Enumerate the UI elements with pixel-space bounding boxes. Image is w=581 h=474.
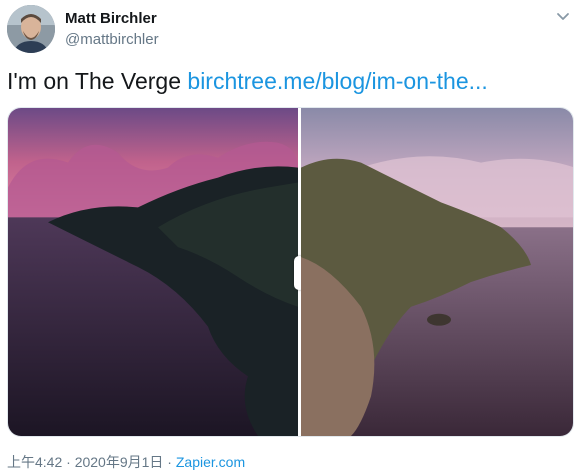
chevron-down-icon[interactable]	[555, 8, 571, 24]
media-comparison[interactable]	[7, 107, 574, 437]
tweet-body: I'm on The Verge	[7, 68, 188, 94]
avatar-image	[7, 5, 55, 53]
tweet-text: I'm on The Verge birchtree.me/blog/im-on…	[7, 68, 488, 95]
light-island-image	[301, 108, 573, 436]
tweet-timestamp[interactable]: 上午4:42 · 2020年9月1日 ·	[7, 454, 176, 470]
avatar[interactable]	[7, 5, 55, 53]
tweet-link[interactable]: birchtree.me/blog/im-on-the...	[187, 68, 487, 94]
author-name[interactable]: Matt Birchler	[65, 10, 157, 27]
tweet-meta: 上午4:42 · 2020年9月1日 · Zapier.com	[7, 452, 245, 472]
tweet-source-link[interactable]: Zapier.com	[176, 454, 245, 470]
author-handle[interactable]: @mattbirchler	[65, 31, 159, 48]
dark-island-image	[8, 108, 298, 436]
